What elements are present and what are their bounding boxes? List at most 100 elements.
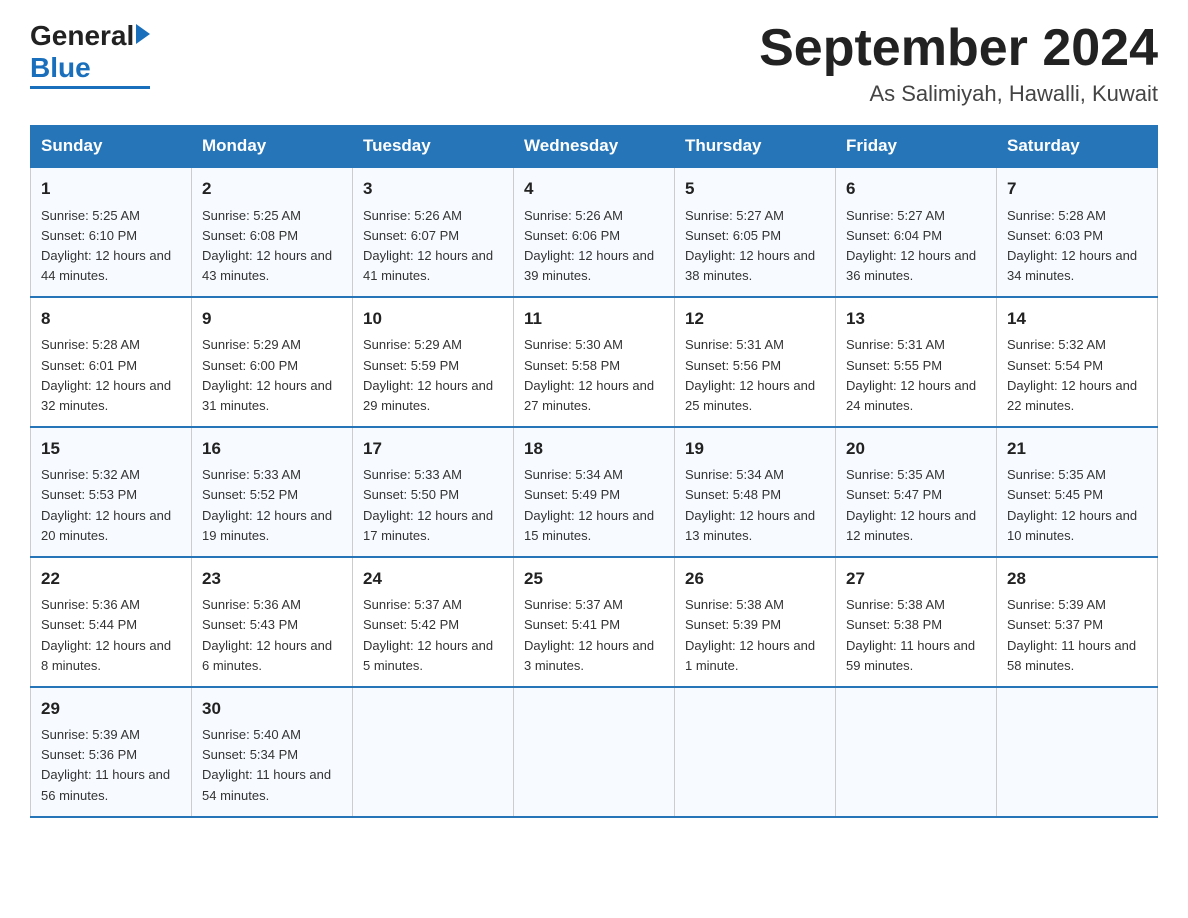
day-number: 18: [524, 436, 664, 462]
day-info: Sunrise: 5:36 AMSunset: 5:44 PMDaylight:…: [41, 595, 181, 676]
day-cell: [514, 687, 675, 817]
sunset-text: Sunset: 5:59 PM: [363, 358, 459, 373]
day-cell: 7Sunrise: 5:28 AMSunset: 6:03 PMDaylight…: [997, 167, 1158, 297]
day-number: 10: [363, 306, 503, 332]
sunrise-text: Sunrise: 5:29 AM: [363, 337, 462, 352]
day-info: Sunrise: 5:33 AMSunset: 5:50 PMDaylight:…: [363, 465, 503, 546]
daylight-text: Daylight: 12 hours and 39 minutes.: [524, 248, 654, 283]
sunrise-text: Sunrise: 5:34 AM: [524, 467, 623, 482]
day-info: Sunrise: 5:39 AMSunset: 5:36 PMDaylight:…: [41, 725, 181, 806]
sunset-text: Sunset: 5:39 PM: [685, 617, 781, 632]
day-cell: 20 Sunrise: 5:35 AMSunset: 5:47 PMDayligh…: [836, 427, 997, 557]
daylight-text: Daylight: 11 hours and 58 minutes.: [1007, 638, 1136, 673]
day-info: Sunrise: 5:33 AM Sunset: 5:52 PM Daylight:…: [202, 465, 342, 546]
sunset-text: Sunset: 6:05 PM: [685, 228, 781, 243]
week-row-4: 22Sunrise: 5:36 AMSunset: 5:44 PMDayligh…: [31, 557, 1158, 687]
sunrise-text: Sunrise: 5:35 AM: [846, 467, 945, 482]
sunset-text: Sunset: 6:01 PM: [41, 358, 137, 373]
daylight-text: Daylight: 12 hours and 20 minutes.: [41, 508, 171, 543]
daylight-text: Daylight: 11 hours and 54 minutes.: [202, 767, 331, 802]
day-number: 24: [363, 566, 503, 592]
day-info: Sunrise: 5:28 AM Sunset: 6:01 PM Daylight:…: [41, 335, 181, 416]
sunrise-text: Sunrise: 5:37 AM: [363, 597, 462, 612]
day-cell: 14Sunrise: 5:32 AMSunset: 5:54 PMDayligh…: [997, 297, 1158, 427]
day-info: Sunrise: 5:25 AMSunset: 6:10 PMDaylight:…: [41, 206, 181, 287]
daylight-text: Daylight: 12 hours and 41 minutes.: [363, 248, 493, 283]
logo-general: General: [30, 20, 134, 52]
logo-blue: Blue: [30, 52, 91, 84]
sunrise-text: Sunrise: 5:28 AM: [41, 337, 140, 352]
day-cell: [836, 687, 997, 817]
day-cell: 29 Sunrise: 5:39 AMSunset: 5:36 PMDayligh…: [31, 687, 192, 817]
daylight-text: Daylight: 12 hours and 34 minutes.: [1007, 248, 1137, 283]
day-number: 2: [202, 176, 342, 202]
sunset-text: Sunset: 5:58 PM: [524, 358, 620, 373]
day-number: 6: [846, 176, 986, 202]
day-number: 29: [41, 696, 181, 722]
day-info: Sunrise: 5:29 AM Sunset: 5:59 PM Daylight:…: [363, 335, 503, 416]
day-info: Sunrise: 5:38 AMSunset: 5:38 PMDaylight:…: [846, 595, 986, 676]
day-number: 26: [685, 566, 825, 592]
day-info: Sunrise: 5:35 AMSunset: 5:47 PMDaylight:…: [846, 465, 986, 546]
day-number: 12: [685, 306, 825, 332]
sunrise-text: Sunrise: 5:31 AM: [685, 337, 784, 352]
day-number: 1: [41, 176, 181, 202]
day-info: Sunrise: 5:26 AMSunset: 6:07 PMDaylight:…: [363, 206, 503, 287]
sunset-text: Sunset: 5:49 PM: [524, 487, 620, 502]
sunset-text: Sunset: 5:56 PM: [685, 358, 781, 373]
day-info: Sunrise: 5:35 AMSunset: 5:45 PMDaylight:…: [1007, 465, 1147, 546]
daylight-text: Daylight: 12 hours and 36 minutes.: [846, 248, 976, 283]
day-cell: 12Sunrise: 5:31 AMSunset: 5:56 PMDayligh…: [675, 297, 836, 427]
sunrise-text: Sunrise: 5:26 AM: [524, 208, 623, 223]
day-cell: 8Sunrise: 5:28 AMSunset: 6:01 PMDaylight…: [31, 297, 192, 427]
day-cell: 24Sunrise: 5:37 AMSunset: 5:42 PMDayligh…: [353, 557, 514, 687]
sunset-text: Sunset: 6:06 PM: [524, 228, 620, 243]
daylight-text: Daylight: 12 hours and 43 minutes.: [202, 248, 332, 283]
day-number: 7: [1007, 176, 1147, 202]
daylight-text: Daylight: 12 hours and 19 minutes.: [202, 508, 332, 543]
sunset-text: Sunset: 6:04 PM: [846, 228, 942, 243]
sunset-text: Sunset: 5:34 PM: [202, 747, 298, 762]
header-cell-thursday: Thursday: [675, 126, 836, 168]
daylight-text: Daylight: 12 hours and 32 minutes.: [41, 378, 171, 413]
sunrise-text: Sunrise: 5:25 AM: [202, 208, 301, 223]
day-info: Sunrise: 5:29 AMSunset: 6:00 PMDaylight:…: [202, 335, 342, 416]
day-info: Sunrise: 5:34 AMSunset: 5:49 PMDaylight:…: [524, 465, 664, 546]
day-number: 20: [846, 436, 986, 462]
daylight-text: Daylight: 12 hours and 27 minutes.: [524, 378, 654, 413]
week-row-2: 8Sunrise: 5:28 AMSunset: 6:01 PMDaylight…: [31, 297, 1158, 427]
day-cell: 3Sunrise: 5:26 AMSunset: 6:07 PMDaylight…: [353, 167, 514, 297]
logo-triangle-icon: [136, 24, 150, 44]
sunrise-text: Sunrise: 5:27 AM: [846, 208, 945, 223]
sunset-text: Sunset: 5:53 PM: [41, 487, 137, 502]
sunset-text: Sunset: 5:44 PM: [41, 617, 137, 632]
week-row-1: 1 Sunrise: 5:25 AMSunset: 6:10 PMDaylight…: [31, 167, 1158, 297]
day-info: Sunrise: 5:27 AMSunset: 6:05 PMDaylight:…: [685, 206, 825, 287]
day-number: 17: [363, 436, 503, 462]
day-info: Sunrise: 5:40 AM Sunset: 5:34 PM Daylight:…: [202, 725, 342, 806]
sunset-text: Sunset: 6:03 PM: [1007, 228, 1103, 243]
calendar-subtitle: As Salimiyah, Hawalli, Kuwait: [759, 81, 1158, 107]
daylight-text: Daylight: 12 hours and 29 minutes.: [363, 378, 493, 413]
sunset-text: Sunset: 5:52 PM: [202, 487, 298, 502]
logo-text: General: [30, 20, 150, 52]
sunrise-text: Sunrise: 5:38 AM: [846, 597, 945, 612]
sunset-text: Sunset: 5:55 PM: [846, 358, 942, 373]
daylight-text: Daylight: 12 hours and 24 minutes.: [846, 378, 976, 413]
sunrise-text: Sunrise: 5:40 AM: [202, 727, 301, 742]
sunset-text: Sunset: 6:08 PM: [202, 228, 298, 243]
sunrise-text: Sunrise: 5:25 AM: [41, 208, 140, 223]
day-cell: 19Sunrise: 5:34 AMSunset: 5:48 PMDayligh…: [675, 427, 836, 557]
sunrise-text: Sunrise: 5:26 AM: [363, 208, 462, 223]
daylight-text: Daylight: 12 hours and 1 minute.: [685, 638, 815, 673]
sunrise-text: Sunrise: 5:32 AM: [1007, 337, 1106, 352]
daylight-text: Daylight: 12 hours and 38 minutes.: [685, 248, 815, 283]
day-cell: 28Sunrise: 5:39 AMSunset: 5:37 PMDayligh…: [997, 557, 1158, 687]
daylight-text: Daylight: 12 hours and 22 minutes.: [1007, 378, 1137, 413]
sunset-text: Sunset: 5:42 PM: [363, 617, 459, 632]
day-number: 23: [202, 566, 342, 592]
sunrise-text: Sunrise: 5:33 AM: [202, 467, 301, 482]
day-number: 4: [524, 176, 664, 202]
sunrise-text: Sunrise: 5:33 AM: [363, 467, 462, 482]
sunrise-text: Sunrise: 5:38 AM: [685, 597, 784, 612]
